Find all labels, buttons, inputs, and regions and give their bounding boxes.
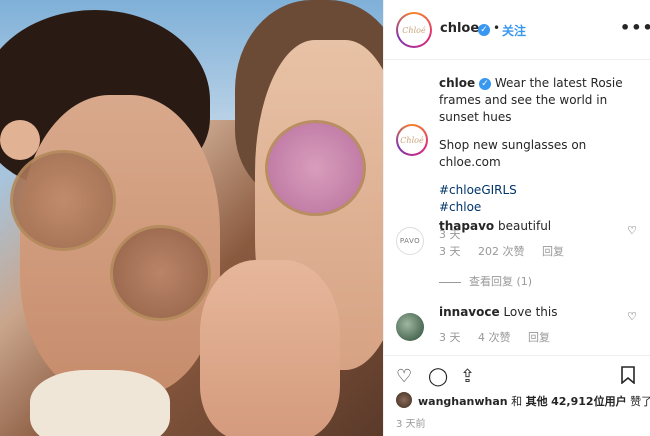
photo-finger	[0, 120, 40, 160]
caption-avatar[interactable]: Chloé	[396, 124, 428, 156]
verified-icon: ✓	[478, 24, 490, 36]
post-sidebar: Chloé chloe ✓ • 关注 ••• Chloé chloe ✓ Wea…	[383, 0, 650, 436]
avatar[interactable]: Chloé	[396, 12, 432, 48]
comment-text: Love this	[503, 305, 558, 319]
comment: thapavo beautiful 3 天 202 次赞 回复	[439, 218, 639, 260]
heart-icon[interactable]: ♡	[627, 224, 637, 237]
sunglasses-lens	[10, 150, 116, 251]
comment-meta: 3 天 202 次赞 回复	[439, 243, 639, 260]
replies-line	[439, 281, 461, 283]
likes-count[interactable]: 42,912	[551, 395, 593, 408]
instagram-post: Chloé chloe ✓ • 关注 ••• Chloé chloe ✓ Wea…	[0, 0, 650, 436]
bookmark-icon[interactable]	[620, 366, 636, 389]
caption-username[interactable]: chloe	[439, 76, 475, 90]
comment-time[interactable]: 3 天	[439, 245, 461, 258]
likes-suffix: 位用户	[593, 395, 627, 408]
post-timestamp[interactable]: 3 天前	[396, 415, 426, 430]
likes-liked: 赞了	[630, 395, 650, 408]
comment-username[interactable]: innavoce	[439, 305, 500, 319]
comment-avatar[interactable]: PAVO	[396, 227, 424, 255]
action-bar: ♡ ◯ ⇪	[384, 355, 650, 395]
view-replies-label: 查看回复 (1)	[469, 275, 533, 288]
caption-shop-text: Shop new sunglasses on chloe.com	[439, 138, 587, 169]
comment-meta: 3 天 4 次赞 回复	[439, 329, 639, 346]
sunglasses-lens	[265, 120, 366, 216]
hashtag-link[interactable]: #chloeGIRLS	[439, 182, 639, 199]
verified-icon: ✓	[478, 77, 491, 90]
hashtag-link[interactable]: #chloe	[439, 199, 639, 216]
avatar-logo: Chloé	[402, 25, 426, 35]
likes-summary: wanghanwhan 和 其他 42,912位用户 赞了	[384, 390, 650, 412]
likes-text: wanghanwhan 和 其他 42,912位用户 赞了	[418, 393, 650, 409]
caption-text-line: chloe ✓ Wear the latest Rosie frames and…	[439, 75, 639, 126]
view-replies-button[interactable]: 查看回复 (1)	[439, 273, 532, 289]
comment-reply-button[interactable]: 回复	[528, 331, 550, 344]
heart-icon[interactable]: ♡	[627, 310, 637, 323]
header-username[interactable]: chloe	[440, 21, 479, 36]
follow-button[interactable]: 关注	[502, 22, 526, 39]
share-icon[interactable]: ⇪	[460, 366, 475, 387]
liker-avatar[interactable]	[396, 392, 412, 408]
comment-time[interactable]: 3 天	[439, 331, 461, 344]
photo-hand	[200, 260, 340, 436]
caption-avatar-logo: Chloé	[400, 135, 424, 145]
more-icon[interactable]: •••	[620, 18, 650, 37]
likes-others: 其他	[525, 395, 548, 408]
comment-likes[interactable]: 4 次赞	[478, 331, 511, 344]
heart-icon[interactable]: ♡	[396, 366, 412, 387]
sunglasses-lens	[110, 225, 211, 321]
comment-reply-button[interactable]: 回复	[542, 245, 564, 258]
comment: innavoce Love this 3 天 4 次赞 回复	[439, 304, 639, 346]
likes-and: 和	[511, 395, 523, 408]
separator-dot: •	[493, 21, 501, 35]
comment-username[interactable]: thapavo	[439, 219, 494, 233]
comment-text: beautiful	[497, 219, 552, 233]
comment-icon[interactable]: ◯	[428, 366, 448, 387]
comment-likes[interactable]: 202 次赞	[478, 245, 525, 258]
comment-avatar[interactable]	[396, 313, 424, 341]
post-header: Chloé chloe ✓ • 关注 •••	[384, 0, 650, 60]
liker-username[interactable]: wanghanwhan	[418, 395, 508, 408]
comments-section[interactable]: Chloé chloe ✓ Wear the latest Rosie fram…	[384, 60, 650, 355]
post-photo[interactable]	[0, 0, 383, 436]
photo-lace-collar	[30, 370, 170, 436]
